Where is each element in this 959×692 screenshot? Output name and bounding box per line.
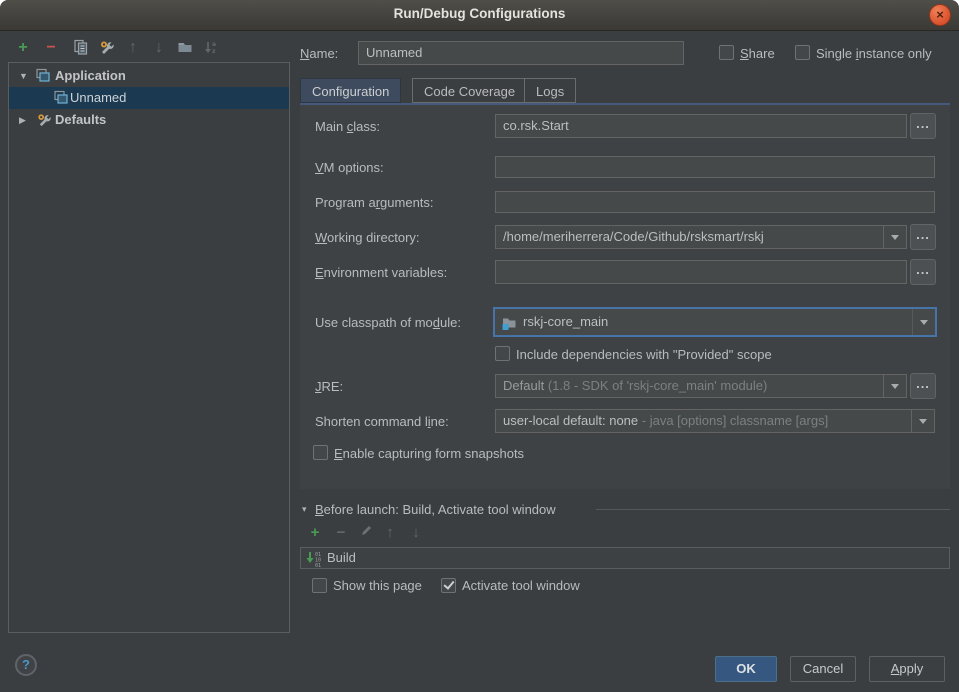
jre-combobox[interactable]: Default (1.8 - SDK of 'rskj-core_main' m… [495, 374, 907, 398]
tree-item-label: Unnamed [70, 87, 126, 109]
include-provided-label[interactable]: Include dependencies with "Provided" sco… [516, 347, 772, 362]
working-directory-browse-button[interactable]: ... [910, 224, 936, 250]
name-input[interactable]: Unnamed [358, 41, 684, 65]
single-instance-label[interactable]: Single instance only [816, 46, 932, 61]
enable-snapshots-label[interactable]: Enable capturing form snapshots [334, 446, 524, 461]
add-icon: + [311, 524, 320, 541]
activate-tool-window-checkbox[interactable] [441, 578, 456, 593]
sort-configurations-button[interactable]: a z [202, 39, 220, 57]
before-launch-add-button[interactable]: + [306, 524, 324, 542]
name-label: Name: [300, 46, 338, 61]
chevron-down-icon[interactable] [883, 375, 906, 397]
jre-browse-button[interactable]: ... [910, 373, 936, 399]
working-directory-combobox[interactable]: /home/meriherrera/Code/Github/rsksmart/r… [495, 225, 907, 249]
edit-pencil-icon [359, 524, 373, 538]
run-debug-configurations-dialog: Run/Debug Configurations × + − ↑ ↓ [0, 0, 959, 692]
module-icon [501, 314, 517, 337]
program-arguments-label: Program arguments: [315, 195, 434, 210]
show-this-page-label[interactable]: Show this page [333, 578, 422, 593]
build-icon: 01 10 01 [305, 550, 323, 574]
defaults-wrench-icon [36, 112, 52, 135]
cancel-button[interactable]: Cancel [790, 656, 856, 682]
before-launch-move-down-button[interactable]: ↓ [407, 524, 425, 542]
svg-text:01: 01 [315, 563, 321, 568]
use-classpath-label: Use classpath of module: [315, 315, 461, 330]
chevron-down-icon[interactable]: ▼ [19, 65, 28, 87]
chevron-down-icon[interactable] [883, 226, 906, 248]
include-provided-checkbox[interactable] [495, 346, 510, 361]
tab-code-coverage[interactable]: Code Coverage [412, 78, 527, 103]
remove-configuration-button[interactable]: − [42, 39, 60, 57]
before-launch-header[interactable]: Before launch: Build, Activate tool wind… [315, 502, 556, 517]
shorten-command-line-combobox[interactable]: user-local default: none - java [options… [495, 409, 935, 433]
copy-configuration-button[interactable] [72, 39, 90, 57]
close-icon[interactable]: × [929, 4, 951, 26]
edit-defaults-wrench-icon [98, 39, 115, 56]
tree-item-label: Defaults [55, 109, 106, 131]
svg-text:z: z [212, 48, 216, 55]
before-launch-move-up-button[interactable]: ↑ [381, 524, 399, 542]
chevron-down-icon[interactable] [911, 410, 934, 432]
task-label: Build [327, 548, 356, 568]
show-this-page-checkbox[interactable] [312, 578, 327, 593]
edit-defaults-button[interactable] [97, 39, 115, 57]
shorten-command-line-label: Shorten command line: [315, 414, 449, 429]
vm-options-label: VM options: [315, 160, 384, 175]
jre-label: JRE: [315, 379, 343, 394]
sort-alphabetically-icon: a z [203, 39, 219, 55]
tree-item-application[interactable]: ▼ Application [9, 65, 289, 87]
vm-options-input[interactable] [495, 156, 935, 178]
add-configuration-button[interactable]: + [14, 39, 32, 57]
move-up-icon: ↑ [386, 524, 394, 541]
activate-tool-window-label[interactable]: Activate tool window [462, 578, 580, 593]
environment-variables-input[interactable] [495, 260, 907, 284]
move-up-button[interactable]: ↑ [124, 39, 142, 57]
help-button[interactable]: ? [15, 654, 37, 676]
tab-configuration[interactable]: Configuration [300, 78, 401, 103]
main-class-input[interactable]: co.rsk.Start [495, 114, 907, 138]
copy-icon [73, 39, 89, 55]
create-folder-button[interactable] [176, 39, 194, 57]
move-up-icon: ↑ [129, 39, 137, 56]
chevron-right-icon[interactable]: ▶ [19, 109, 26, 131]
ok-button[interactable]: OK [715, 656, 777, 682]
configurations-tree: ▼ Application Unnamed ▶ [8, 62, 290, 633]
dialog-title: Run/Debug Configurations [0, 6, 959, 21]
remove-icon: − [337, 524, 346, 541]
environment-variables-browse-button[interactable]: ... [910, 259, 936, 285]
chevron-down-icon[interactable] [912, 309, 935, 335]
main-class-label: Main class: [315, 119, 380, 134]
tree-item-label: Application [55, 65, 126, 87]
tab-logs[interactable]: Logs [524, 78, 576, 103]
move-down-icon: ↓ [155, 39, 163, 56]
apply-button[interactable]: Apply [869, 656, 945, 682]
single-instance-checkbox[interactable] [795, 45, 810, 60]
environment-variables-label: Environment variables: [315, 265, 447, 280]
title-bar[interactable]: Run/Debug Configurations × [0, 0, 959, 31]
before-launch-task-build[interactable]: 01 10 01 Build [300, 547, 950, 569]
use-classpath-combobox[interactable]: rskj-core_main [493, 307, 937, 337]
share-label[interactable]: Share [740, 46, 775, 61]
program-arguments-input[interactable] [495, 191, 935, 213]
tree-item-defaults[interactable]: ▶ Defaults [9, 109, 289, 131]
tree-item-unnamed[interactable]: Unnamed [9, 87, 289, 109]
remove-icon: − [46, 39, 55, 56]
main-class-browse-button[interactable]: ... [910, 113, 936, 139]
move-down-button[interactable]: ↓ [150, 39, 168, 57]
collapse-section-icon[interactable]: ▾ [302, 504, 307, 515]
svg-text:a: a [212, 41, 216, 48]
before-launch-edit-button[interactable] [357, 524, 375, 542]
add-icon: + [18, 39, 27, 56]
move-down-icon: ↓ [412, 524, 420, 541]
new-folder-icon [177, 39, 193, 55]
share-checkbox[interactable] [719, 45, 734, 60]
before-launch-remove-button[interactable]: − [332, 524, 350, 542]
working-directory-label: Working directory: [315, 230, 420, 245]
enable-snapshots-checkbox[interactable] [313, 445, 328, 460]
section-divider [596, 509, 950, 510]
